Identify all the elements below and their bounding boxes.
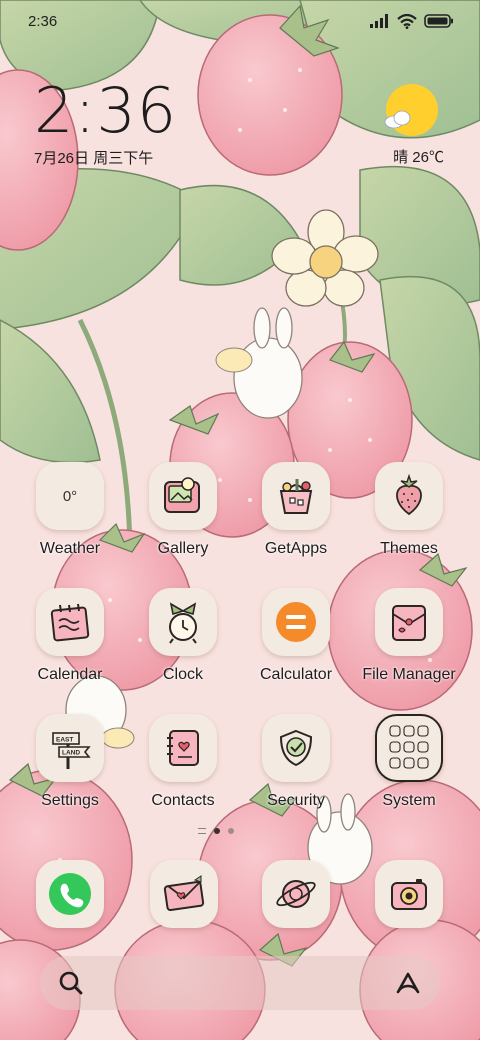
gallery-icon bbox=[149, 462, 217, 530]
status-bar: 2:36 bbox=[0, 0, 480, 42]
phone-icon bbox=[36, 860, 104, 928]
page-indicator-menu bbox=[198, 828, 206, 834]
notebook-icon bbox=[149, 714, 217, 782]
weather-app-temp: 0° bbox=[62, 487, 78, 505]
app-weather[interactable]: 0° Weather bbox=[15, 462, 125, 578]
calendar-icon bbox=[36, 588, 104, 656]
app-label: Clock bbox=[162, 666, 203, 683]
shield-icon bbox=[262, 714, 330, 782]
weather-icon: 0° bbox=[36, 462, 104, 530]
clock-time: 2:36 bbox=[34, 74, 178, 147]
calculator-icon bbox=[262, 588, 330, 656]
app-themes[interactable]: Themes bbox=[354, 462, 464, 578]
assistant-icon[interactable] bbox=[394, 970, 422, 996]
app-label: Weather bbox=[39, 540, 101, 557]
status-time: 2:36 bbox=[28, 12, 58, 30]
status-icons bbox=[370, 13, 454, 29]
sun-cloud-icon bbox=[384, 84, 438, 136]
signpost-icon: EAST LAND bbox=[36, 714, 104, 782]
strawberry-icon bbox=[375, 462, 443, 530]
sign-text-top: EAST bbox=[56, 737, 73, 744]
alarm-clock-icon bbox=[149, 588, 217, 656]
app-calendar[interactable]: Calendar bbox=[15, 588, 125, 704]
app-getapps[interactable]: GetApps bbox=[241, 462, 351, 578]
page-indicator[interactable] bbox=[198, 828, 234, 834]
app-label: System bbox=[382, 792, 436, 809]
dock-camera[interactable] bbox=[375, 860, 445, 930]
app-label: Contacts bbox=[151, 792, 215, 809]
envelope-icon bbox=[150, 860, 218, 928]
app-label: Calendar bbox=[37, 666, 103, 683]
dock-messages[interactable] bbox=[150, 860, 220, 930]
app-system[interactable]: System bbox=[354, 714, 464, 830]
app-label: Settings bbox=[41, 792, 99, 809]
app-gallery[interactable]: Gallery bbox=[128, 462, 238, 578]
app-label: Gallery bbox=[157, 540, 209, 557]
wifi-icon bbox=[397, 13, 417, 29]
signal-icon bbox=[370, 14, 388, 28]
dock-browser[interactable] bbox=[262, 860, 332, 930]
search-icon[interactable] bbox=[58, 970, 84, 996]
app-security[interactable]: Security bbox=[241, 714, 351, 830]
clock-date: 7月26日 周三下午 bbox=[34, 150, 154, 167]
weather-text: 晴 26℃ bbox=[393, 149, 444, 166]
page-dot-active bbox=[214, 828, 220, 834]
app-label: Calculator bbox=[259, 666, 333, 683]
sign-text-bottom: LAND bbox=[62, 750, 80, 757]
app-settings[interactable]: EAST LAND Settings bbox=[15, 714, 125, 830]
planet-icon bbox=[262, 860, 330, 928]
camera-icon bbox=[375, 860, 443, 928]
weather-widget[interactable]: 晴 26℃ bbox=[364, 84, 444, 167]
app-calculator[interactable]: Calculator bbox=[241, 588, 351, 704]
battery-icon bbox=[424, 14, 453, 28]
app-label: Themes bbox=[380, 540, 438, 557]
folder-icon bbox=[375, 588, 443, 656]
app-label: Security bbox=[267, 792, 325, 809]
app-clock[interactable]: Clock bbox=[128, 588, 238, 704]
folder-grid-icon bbox=[375, 714, 443, 782]
app-file-manager[interactable]: File Manager bbox=[354, 588, 464, 704]
app-label: GetApps bbox=[264, 540, 328, 557]
dock-phone[interactable] bbox=[36, 860, 106, 930]
search-bar[interactable] bbox=[40, 956, 440, 1010]
page-dot bbox=[228, 828, 234, 834]
clock-widget[interactable]: 2:36 7月26日 周三下午 bbox=[34, 76, 177, 168]
getapps-icon bbox=[262, 462, 330, 530]
app-label: File Manager bbox=[362, 666, 456, 683]
app-contacts[interactable]: Contacts bbox=[128, 714, 238, 830]
